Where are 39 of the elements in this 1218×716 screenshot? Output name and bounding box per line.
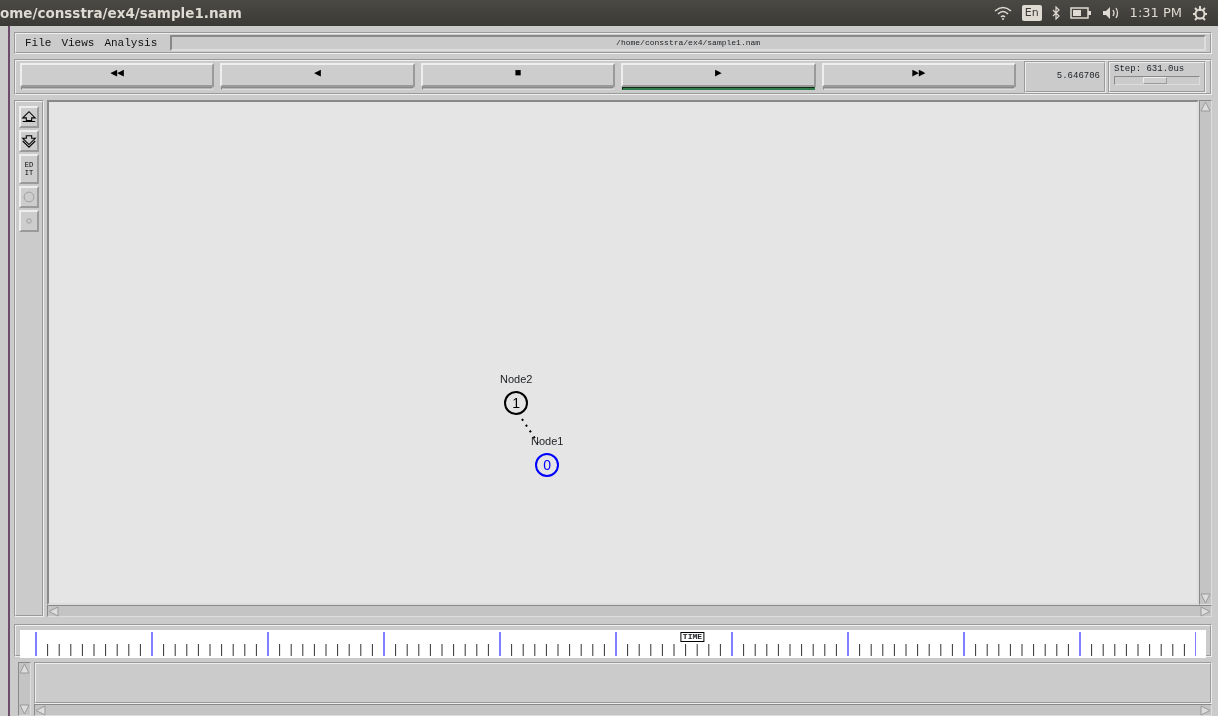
step-slider-thumb[interactable] xyxy=(1143,77,1168,85)
playback-button[interactable]: ◀ xyxy=(220,63,415,91)
network-node[interactable]: 1 xyxy=(504,390,529,415)
window-title: ome/consstra/ex4/sample1.nam xyxy=(0,3,243,23)
zoom-in-icon[interactable] xyxy=(21,108,37,125)
bluetooth-icon[interactable] xyxy=(1051,6,1060,20)
horizontal-scrollbar[interactable] xyxy=(47,605,1212,618)
playback-button[interactable]: ▶▶ xyxy=(821,63,1017,91)
vertical-scrollbar[interactable] xyxy=(18,662,31,716)
scroll-left-arrow-icon[interactable] xyxy=(35,705,46,716)
clock[interactable]: 1:31 PM xyxy=(1129,3,1182,23)
scroll-down-arrow-icon[interactable] xyxy=(1200,593,1211,605)
scroll-down-arrow-icon[interactable] xyxy=(19,704,30,715)
scroll-up-arrow-icon[interactable] xyxy=(19,663,30,675)
menu-item[interactable]: File xyxy=(20,34,57,52)
file-path-field: /home/consstra/ex4/sample1.nam xyxy=(170,35,1206,51)
time-display: 5.646706 xyxy=(1024,60,1107,93)
volume-icon[interactable] xyxy=(1101,6,1120,20)
scroll-right-arrow-icon[interactable] xyxy=(1200,705,1211,716)
vertical-scrollbar[interactable] xyxy=(1199,99,1212,606)
network-node[interactable]: 0 xyxy=(535,453,560,478)
menu-item[interactable]: Analysis xyxy=(99,34,163,52)
battery-icon[interactable] xyxy=(1069,7,1092,19)
node-label: Node1 xyxy=(531,434,564,450)
zoom-out-icon[interactable] xyxy=(21,132,37,149)
wifi-icon[interactable] xyxy=(993,6,1012,20)
time-slider-handle[interactable]: TIME xyxy=(680,632,705,643)
node-label: Node2 xyxy=(500,371,533,387)
menu-item[interactable]: Views xyxy=(56,34,100,52)
scroll-left-arrow-icon[interactable] xyxy=(48,606,59,618)
horizontal-scrollbar[interactable] xyxy=(34,704,1212,716)
step-label: Step: 631.0us xyxy=(1114,62,1186,76)
scroll-right-arrow-icon[interactable] xyxy=(1200,606,1211,618)
playback-button[interactable]: ■ xyxy=(420,63,616,91)
playback-button[interactable]: ◀◀ xyxy=(20,63,215,91)
power-gear-icon[interactable] xyxy=(1192,5,1208,21)
playback-button[interactable]: ▶ xyxy=(621,63,816,91)
keyboard-indicator[interactable]: En xyxy=(1021,4,1042,22)
scroll-up-arrow-icon[interactable] xyxy=(1200,100,1211,112)
